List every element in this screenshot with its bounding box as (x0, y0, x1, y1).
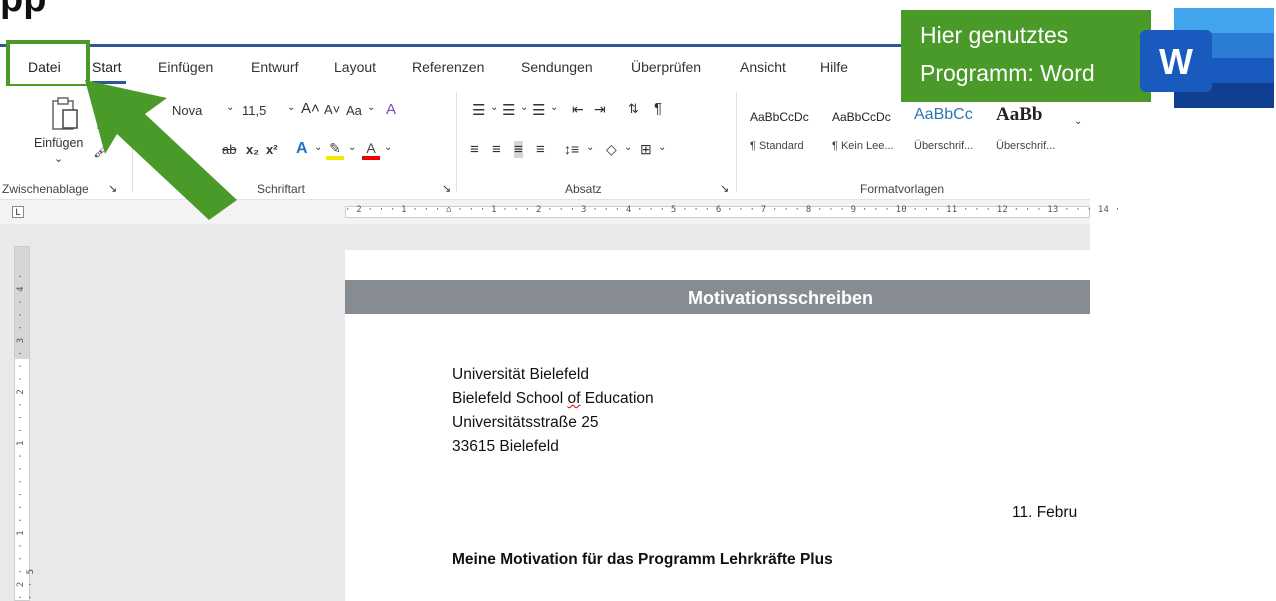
tab-hilfe[interactable]: Hilfe (820, 59, 848, 75)
tab-datei-label: Datei (28, 59, 61, 75)
multilevel-list-icon[interactable]: ☰ (532, 101, 545, 119)
paste-button-label[interactable]: Einfügen (34, 136, 83, 150)
group-label-paragraph: Absatz (565, 182, 602, 196)
borders-chevron-icon[interactable]: ⌄ (658, 142, 666, 153)
address-line-2: Bielefeld School of Education (452, 390, 654, 407)
tab-ansicht[interactable]: Ansicht (740, 59, 786, 75)
font-color-icon[interactable]: A (362, 140, 380, 160)
highlight-icon[interactable]: ✎ (326, 140, 344, 160)
letter-date: 11. Febru (1012, 504, 1078, 521)
text-effects-icon[interactable]: A (296, 140, 308, 158)
group-label-styles: Formatvorlagen (860, 182, 945, 196)
address-line-1: Universität Bielefeld (452, 366, 589, 383)
clear-formatting-icon[interactable]: A (386, 101, 396, 118)
style-heading-1[interactable]: AaBbCc Überschrif... (914, 104, 998, 160)
align-left-icon[interactable]: ≡ (470, 141, 479, 158)
font-launcher-icon[interactable]: ↘ (442, 182, 451, 195)
group-separator (736, 92, 737, 192)
style-name: ¶ Standard (750, 140, 804, 152)
style-name: Überschrif... (996, 140, 1056, 152)
paste-more-chevron-icon[interactable]: ⌄ (54, 152, 63, 165)
paragraph-launcher-icon[interactable]: ↘ (720, 182, 729, 195)
style-kein-leerraum[interactable]: AaBbCcDc ¶ Kein Lee... (832, 104, 916, 160)
change-case-chevron-icon[interactable]: ⌄ (367, 102, 375, 113)
line-spacing-chevron-icon[interactable]: ⌄ (586, 142, 594, 153)
style-sample: AaBbCc (914, 106, 973, 123)
align-center-icon[interactable]: ≡ (492, 141, 501, 158)
line-spacing-icon[interactable]: ↕≡ (564, 141, 579, 157)
tab-ueberpruefen[interactable]: Überprüfen (631, 59, 701, 75)
style-standard[interactable]: AaBbCcDc ¶ Standard (750, 104, 834, 160)
multilevel-list-chevron-icon[interactable]: ⌄ (550, 102, 558, 113)
style-heading-2[interactable]: AaBb Überschrif... (996, 104, 1080, 160)
superscript-icon[interactable]: x² (266, 142, 278, 157)
style-name: ¶ Kein Lee... (832, 140, 894, 152)
letter-subject: Meine Motivation für das Programm Lehrkr… (452, 551, 833, 568)
font-size-chevron-icon[interactable]: ⌄ (287, 102, 295, 113)
tab-einfuegen[interactable]: Einfügen (158, 59, 213, 75)
callout-line-2: Programm: Word (920, 60, 1095, 86)
tab-referenzen[interactable]: Referenzen (412, 59, 484, 75)
bullets-chevron-icon[interactable]: ⌄ (490, 102, 498, 113)
numbering-chevron-icon[interactable]: ⌄ (520, 102, 528, 113)
callout-box: Hier genutztes Programm: Word (901, 10, 1151, 102)
shrink-font-icon[interactable]: A˅ (324, 102, 340, 117)
increase-indent-icon[interactable]: ⇥ (594, 101, 606, 118)
address-line-4: 33615 Bielefeld (452, 438, 559, 455)
clipboard-icon[interactable] (48, 94, 82, 134)
style-sample: AaBbCcDc (832, 110, 891, 124)
show-formatting-marks-icon[interactable]: ¶ (654, 100, 662, 117)
horizontal-ruler-scale: · 2 · · · 1 · · · ⌂ · · · 1 · · · 2 · · … (345, 205, 1121, 215)
heading-banner: Motivationsschreiben (345, 280, 1090, 314)
change-case-button[interactable]: Aa (346, 103, 362, 118)
font-color-chevron-icon[interactable]: ⌄ (384, 142, 392, 153)
address-line-3: Universitätsstraße 25 (452, 414, 599, 431)
bullets-icon[interactable]: ☰ (472, 101, 485, 119)
document-heading: Motivationsschreiben (688, 288, 874, 308)
tab-datei[interactable]: Datei (6, 40, 90, 88)
highlight-chevron-icon[interactable]: ⌄ (348, 142, 356, 153)
decrease-indent-icon[interactable]: ⇤ (572, 101, 584, 118)
sort-icon[interactable]: ⇅ (628, 101, 639, 117)
word-logo-icon: W (1140, 8, 1274, 108)
numbering-icon[interactable]: ☰ (502, 101, 515, 119)
justify-icon[interactable]: ≡ (536, 141, 545, 158)
vertical-ruler[interactable]: · 2 · · · 1 · · · · · · 1 · · · 2 · · · … (14, 246, 36, 601)
slide: pp Start Einfügen Entwurf Layout Referen… (0, 0, 1276, 601)
slide-title: pp (0, 0, 150, 36)
align-right-icon[interactable]: ≡ (514, 141, 523, 158)
tab-selector-icon[interactable]: L (12, 206, 24, 218)
shading-chevron-icon[interactable]: ⌄ (624, 142, 632, 153)
document-page[interactable]: Motivationsschreiben Universität Bielefe… (345, 250, 1090, 601)
tab-layout[interactable]: Layout (334, 59, 376, 75)
word-logo-letter: W (1159, 41, 1193, 82)
spelling-error-marker: of (567, 390, 581, 407)
tab-start[interactable]: Start (92, 59, 122, 75)
group-label-clipboard: Zwischenablage (2, 182, 89, 196)
borders-icon[interactable]: ⊞ (640, 141, 652, 158)
tab-entwurf[interactable]: Entwurf (251, 59, 298, 75)
shading-icon[interactable]: ◇ (606, 141, 617, 158)
group-separator (456, 92, 457, 192)
tab-sendungen[interactable]: Sendungen (521, 59, 593, 75)
vertical-ruler-scale: · 2 · · · 1 · · · · · · 1 · · · 2 · · · … (16, 272, 36, 600)
style-sample: AaBb (996, 104, 1043, 125)
styles-scroll-icon[interactable]: ⌄ (1074, 116, 1082, 127)
pointer-arrow-icon (85, 80, 265, 220)
style-name: Überschrif... (914, 140, 974, 152)
callout-line-1: Hier genutztes (920, 22, 1069, 48)
style-sample: AaBbCcDc (750, 110, 809, 124)
text-effects-chevron-icon[interactable]: ⌄ (314, 142, 322, 153)
grow-font-icon[interactable]: A˄ (301, 100, 320, 117)
